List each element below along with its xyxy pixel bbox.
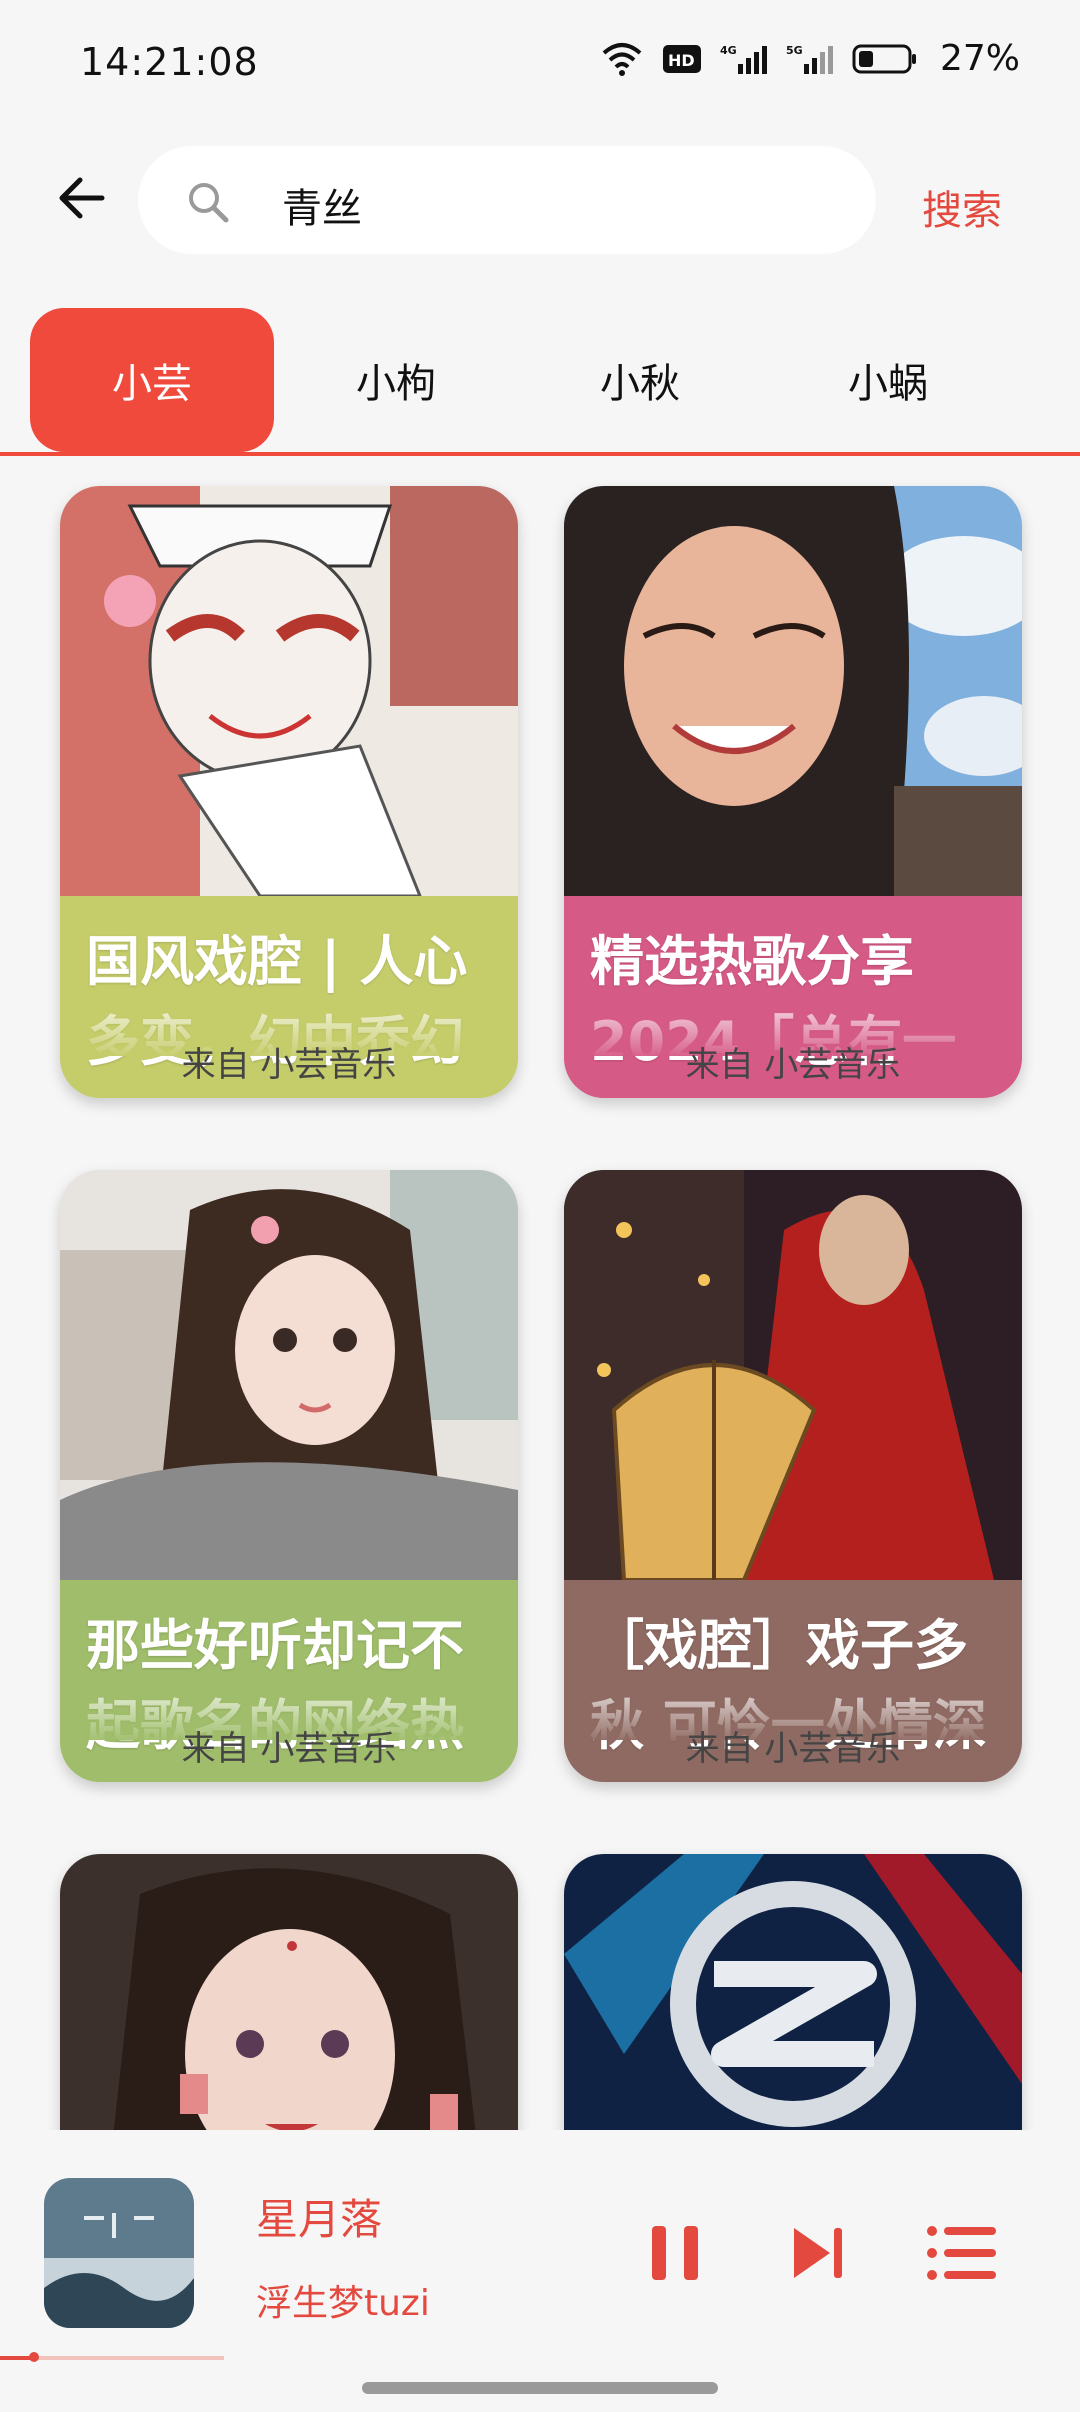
playlist-card[interactable]: 那些好听却记不起歌名的网络热 来自 小芸音乐	[60, 1170, 518, 1782]
playlist-source: 来自 小芸音乐	[685, 1729, 901, 1769]
list-icon	[927, 2226, 996, 2280]
home-indicator[interactable]	[362, 2382, 718, 2394]
source-tabs: 小芸 小枸 小秋 小蜗	[0, 308, 1080, 456]
playlist-info: 那些好听却记不起歌名的网络热 来自 小芸音乐	[60, 1580, 518, 1782]
playlist-card[interactable]: 国风戏腔 | 人心多变，幻中乔幻 来自 小芸音乐	[60, 486, 518, 1098]
search-input[interactable]: 青丝	[138, 146, 876, 254]
progress-thumb[interactable]	[29, 2352, 39, 2362]
tabs-underline	[0, 452, 1080, 456]
playlist-card[interactable]: ［戏腔］戏子多秋 可怜一处情深 来自 小芸音乐	[564, 1170, 1022, 1782]
svg-text:HD: HD	[668, 51, 695, 70]
playlist-source: 来自 小芸音乐	[181, 1045, 397, 1085]
pause-icon	[652, 2226, 698, 2280]
playlist-button[interactable]	[924, 2218, 996, 2288]
pause-button[interactable]	[640, 2218, 710, 2288]
playlist-card[interactable]	[564, 1854, 1022, 2130]
svg-text:4G: 4G	[720, 44, 737, 57]
playlist-cover-image	[564, 1854, 1022, 2130]
battery-percent: 27%	[939, 38, 1020, 79]
playlist-cover-image	[564, 1170, 1022, 1582]
tab-xiaogou[interactable]: 小枸	[274, 308, 518, 452]
status-icons: HD 4G 5G 27%	[600, 38, 1020, 79]
playlist-source: 来自 小芸音乐	[685, 1045, 901, 1085]
svg-text:5G: 5G	[786, 44, 803, 57]
skip-next-icon	[794, 2228, 842, 2278]
tab-xiaoqiu[interactable]: 小秋	[518, 308, 762, 452]
arrow-left-icon	[59, 177, 105, 219]
5g-signal-icon: 5G	[786, 42, 834, 76]
search-query: 青丝	[282, 186, 362, 232]
tab-xiaoyun[interactable]: 小芸	[30, 308, 274, 452]
now-playing-artist: 浮生梦tuzi	[256, 2283, 430, 2324]
search-icon	[189, 183, 229, 223]
playlist-info: ［戏腔］戏子多秋 可怜一处情深 来自 小芸音乐	[564, 1580, 1022, 1782]
search-button[interactable]: 搜索	[922, 178, 1002, 236]
search-header: 青丝 搜索	[0, 140, 1080, 260]
back-button[interactable]	[52, 166, 116, 230]
playlist-info: 国风戏腔 | 人心多变，幻中乔幻 来自 小芸音乐	[60, 896, 518, 1098]
tab-xiaowo[interactable]: 小蜗	[766, 308, 1010, 452]
battery-icon	[852, 42, 918, 76]
now-playing-cover	[44, 2178, 194, 2328]
next-button[interactable]	[782, 2218, 852, 2288]
clock: 14:21:08	[80, 40, 259, 84]
4g-signal-icon: 4G	[720, 42, 768, 76]
playlist-cover-image	[60, 1854, 518, 2130]
playlist-cover-image	[60, 486, 518, 898]
playlist-card[interactable]: 精选热歌分享 2024「总有一首 来自 小芸音乐	[564, 486, 1022, 1098]
playlist-source: 来自 小芸音乐	[181, 1729, 397, 1769]
playlist-cover-image	[564, 486, 1022, 896]
hd-icon: HD	[662, 43, 702, 75]
playlist-info: 精选热歌分享 2024「总有一首 来自 小芸音乐	[564, 896, 1022, 1098]
playlist-cover-image	[60, 1170, 518, 1580]
playlist-card[interactable]	[60, 1854, 518, 2130]
wifi-icon	[600, 41, 644, 77]
app-screen: 14:21:08 HD 4G 5G 27% 青丝 搜索 小芸 小枸 小秋 小蜗 …	[0, 0, 1080, 2412]
now-playing-title: 星月落	[256, 2195, 383, 2244]
status-bar: 14:21:08 HD 4G 5G 27%	[0, 0, 1080, 120]
mini-player[interactable]: 星月落 浮生梦tuzi	[0, 2134, 1080, 2364]
playlist-grid: 国风戏腔 | 人心多变，幻中乔幻 来自 小芸音乐	[0, 470, 1080, 2130]
